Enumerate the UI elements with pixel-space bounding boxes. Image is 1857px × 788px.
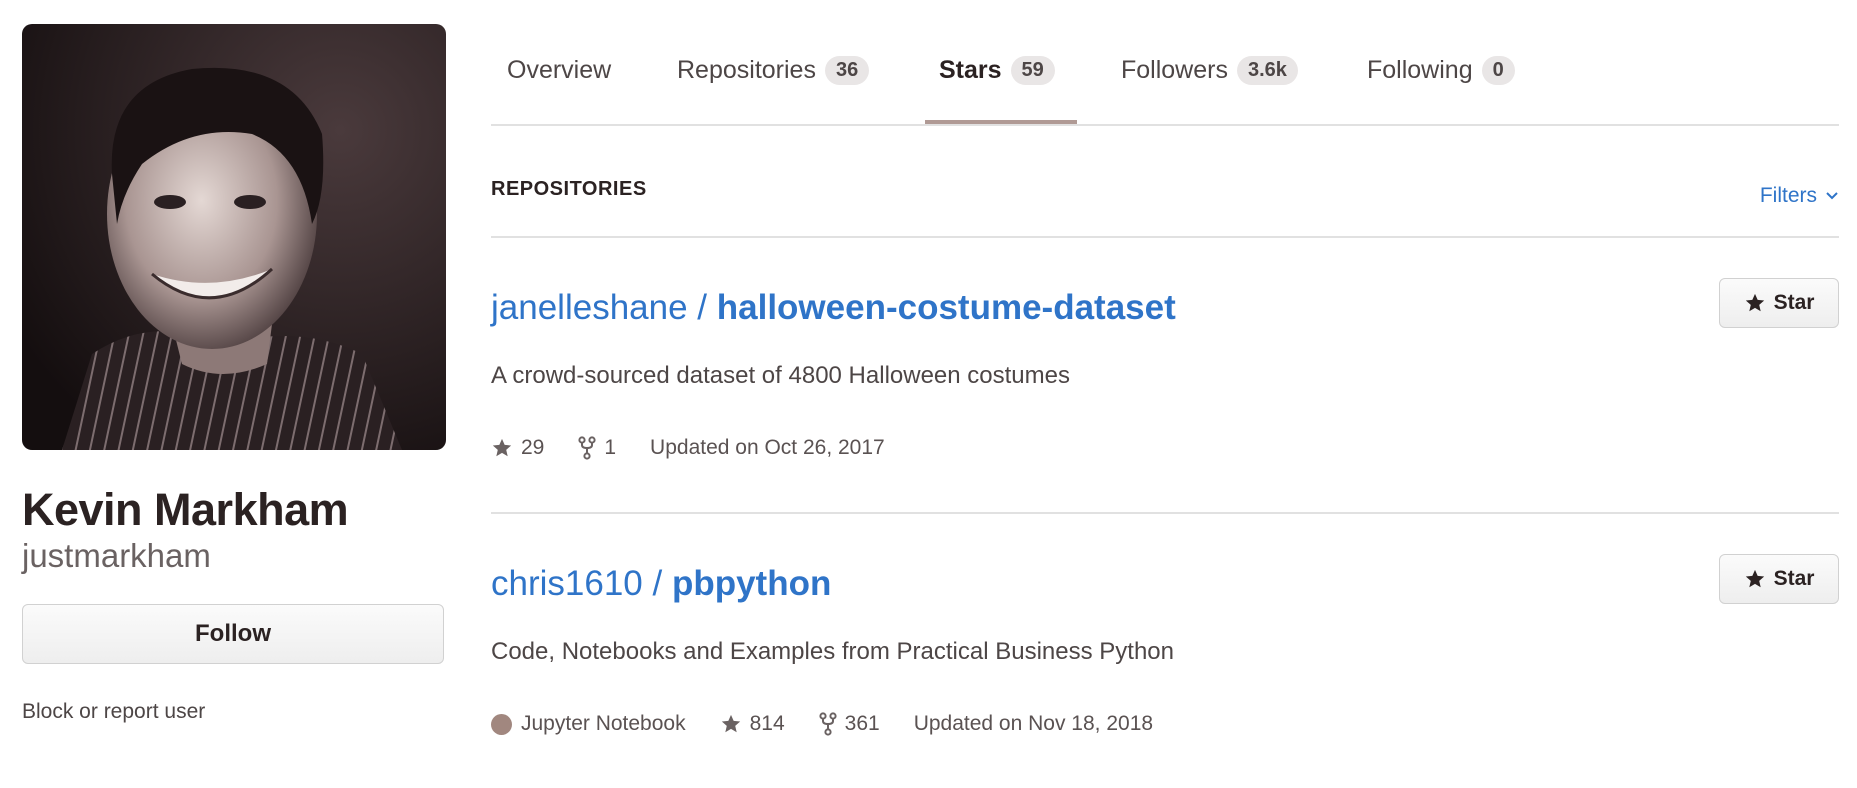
repo-separator: / bbox=[642, 564, 672, 603]
repo-link[interactable]: chris1610 / pbpython bbox=[491, 564, 831, 604]
repo-language: Jupyter Notebook bbox=[491, 712, 686, 736]
repo-separator: / bbox=[687, 288, 717, 327]
repo-forks[interactable]: 361 bbox=[819, 712, 880, 736]
star-button[interactable]: Star bbox=[1719, 554, 1839, 604]
fork-icon bbox=[819, 712, 837, 736]
repo-list-item: janelleshane / halloween-costume-dataset… bbox=[491, 238, 1839, 514]
selected-tab-indicator bbox=[925, 120, 1077, 124]
repo-owner: chris1610 bbox=[491, 564, 643, 603]
star-icon bbox=[492, 438, 512, 457]
repo-updated: Updated on Oct 26, 2017 bbox=[650, 436, 885, 459]
repo-link[interactable]: janelleshane / halloween-costume-dataset bbox=[491, 288, 1176, 328]
language-color-dot bbox=[491, 713, 512, 735]
tab-followers[interactable]: Followers 3.6k bbox=[1121, 56, 1298, 85]
block-report-link[interactable]: Block or report user bbox=[22, 700, 446, 724]
star-button[interactable]: Star bbox=[1719, 278, 1839, 328]
repo-meta: Jupyter Notebook 814 361 Updated on Nov … bbox=[491, 712, 1187, 736]
tab-label: Repositories bbox=[677, 56, 816, 84]
chevron-down-icon bbox=[1826, 192, 1838, 200]
star-icon bbox=[1745, 293, 1764, 312]
repo-list-item: chris1610 / pbpython Code, Notebooks and… bbox=[491, 514, 1839, 788]
star-count: 814 bbox=[749, 712, 785, 735]
star-count: 29 bbox=[521, 436, 545, 459]
tab-label: Followers bbox=[1121, 56, 1228, 84]
section-header: REPOSITORIES Filters bbox=[491, 126, 1839, 238]
repo-description: Code, Notebooks and Examples from Practi… bbox=[491, 638, 1175, 665]
repo-stargazers[interactable]: 814 bbox=[720, 712, 785, 736]
tab-stars[interactable]: Stars 59 bbox=[939, 56, 1055, 85]
repo-name: pbpython bbox=[671, 564, 832, 603]
fork-count: 361 bbox=[844, 712, 880, 735]
tab-label: Stars bbox=[939, 56, 1002, 84]
tab-following[interactable]: Following 0 bbox=[1367, 56, 1515, 85]
main-content: Overview Repositories 36 Stars 59 Follow… bbox=[491, 0, 1839, 788]
profile-tabs: Overview Repositories 36 Stars 59 Follow… bbox=[491, 0, 1839, 126]
profile-fullname: Kevin Markham bbox=[22, 484, 349, 535]
section-title: REPOSITORIES bbox=[491, 178, 647, 200]
repo-meta: 29 1 Updated on Oct 26, 2017 bbox=[491, 436, 919, 460]
tab-label: Following bbox=[1367, 56, 1473, 84]
profile-sidebar: Kevin Markham justmarkham Follow Block o… bbox=[22, 24, 446, 724]
tab-count-badge: 0 bbox=[1481, 56, 1515, 85]
tab-count-badge: 36 bbox=[824, 56, 870, 85]
repo-stargazers[interactable]: 29 bbox=[491, 436, 544, 460]
filters-dropdown[interactable]: Filters bbox=[1760, 184, 1839, 208]
tab-repositories[interactable]: Repositories 36 bbox=[677, 56, 870, 85]
repo-owner: janelleshane bbox=[491, 288, 688, 327]
follow-button[interactable]: Follow bbox=[22, 604, 444, 664]
star-icon bbox=[721, 714, 740, 733]
tab-overview[interactable]: Overview bbox=[507, 56, 611, 85]
fork-count: 1 bbox=[604, 436, 617, 459]
language-label: Jupyter Notebook bbox=[521, 712, 686, 735]
star-button-label: Star bbox=[1773, 291, 1815, 314]
profile-username: justmarkham bbox=[22, 537, 211, 574]
repo-name: halloween-costume-dataset bbox=[716, 288, 1176, 327]
star-button-label: Star bbox=[1773, 567, 1815, 590]
filters-label: Filters bbox=[1759, 184, 1817, 207]
tab-count-badge: 3.6k bbox=[1236, 56, 1298, 85]
tab-count-badge: 59 bbox=[1010, 56, 1055, 85]
repo-description: A crowd-sourced dataset of 4800 Hallowee… bbox=[491, 362, 1070, 389]
fork-icon bbox=[578, 436, 596, 460]
repo-forks[interactable]: 1 bbox=[578, 436, 616, 460]
avatar[interactable] bbox=[22, 24, 446, 450]
star-icon bbox=[1745, 569, 1764, 588]
tab-label: Overview bbox=[507, 56, 612, 84]
repo-updated: Updated on Nov 18, 2018 bbox=[913, 712, 1154, 735]
